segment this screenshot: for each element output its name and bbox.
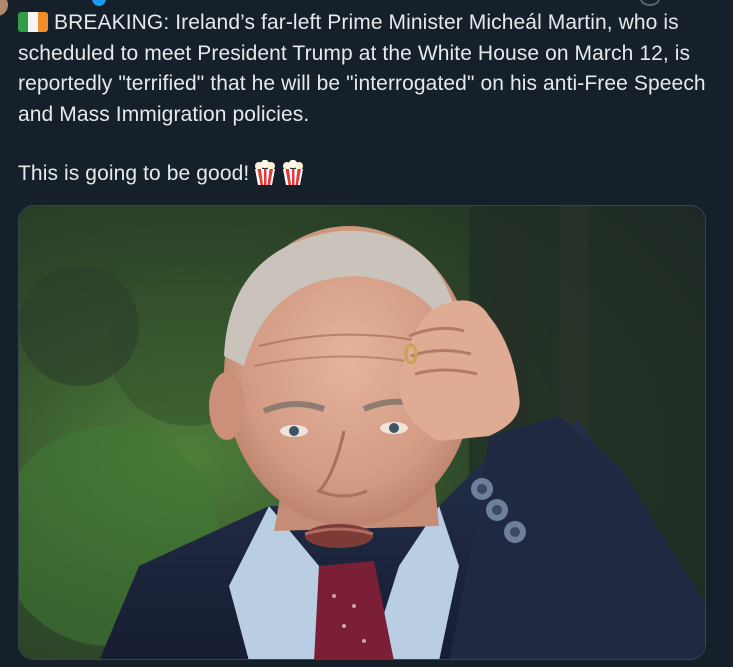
- verified-badge-icon: [92, 0, 106, 6]
- tweet[interactable]: BREAKING: Ireland’s far-left Prime Minis…: [0, 0, 733, 667]
- popcorn-icon: [255, 160, 276, 185]
- tweet-paragraph-1-text: BREAKING: Ireland’s far-left Prime Minis…: [18, 11, 706, 126]
- tweet-text: BREAKING: Ireland’s far-left Prime Minis…: [18, 8, 718, 190]
- popcorn-icon: [283, 160, 304, 185]
- tweet-paragraph-2-text: This is going to be good!: [18, 162, 250, 185]
- tweet-paragraph: This is going to be good!: [18, 159, 718, 190]
- ireland-flag-icon: [18, 12, 48, 32]
- photo-illustration: [19, 206, 705, 659]
- tweet-paragraph: BREAKING: Ireland’s far-left Prime Minis…: [18, 8, 718, 130]
- more-options-icon[interactable]: [640, 0, 660, 6]
- avatar[interactable]: [0, 0, 8, 16]
- tweet-photo[interactable]: [18, 205, 706, 660]
